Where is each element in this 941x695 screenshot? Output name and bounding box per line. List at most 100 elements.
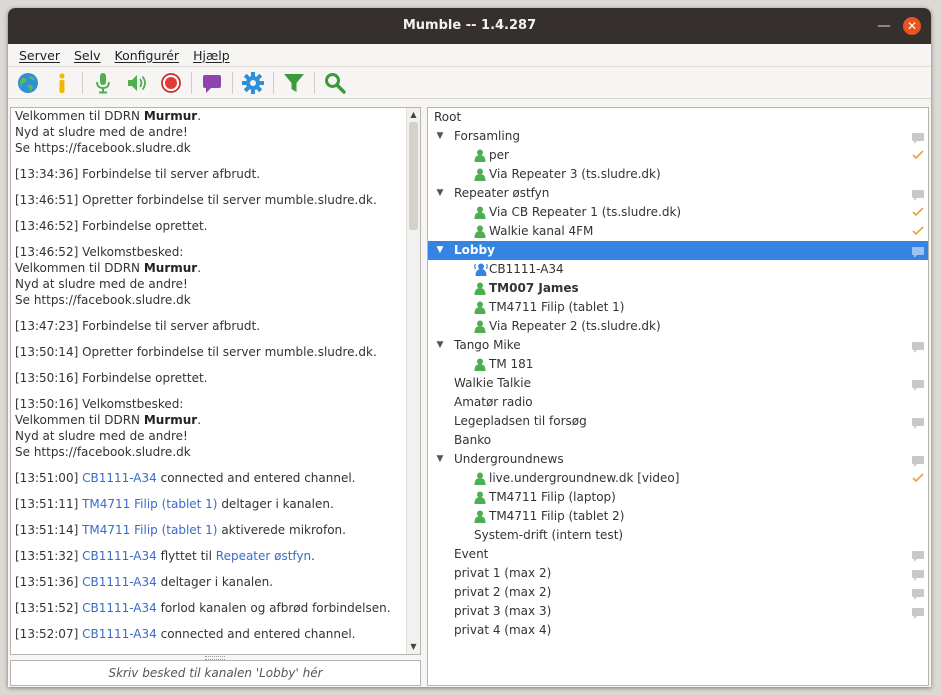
message-text: aktiverede mikrofon. [217,523,346,537]
channel-name: Amatør radio [454,395,533,409]
message-text: Se https://facebook.sludre.dk [15,445,191,459]
server-name: Murmur [143,413,198,427]
log-message: [13:46:52] Velkomstbesked: Velkommen til … [15,244,405,308]
comment-icon[interactable] [912,188,924,201]
channel-name: Legepladsen til forsøg [454,414,587,428]
message-timestamp: [13:46:52] [15,245,79,259]
tree-root-row[interactable]: Root [428,108,928,127]
tree-channel-row[interactable]: privat 1 (max 2) [428,564,928,583]
log-message: [13:50:16] Forbindelse oprettet. [15,370,405,386]
comment-icon[interactable] [912,340,924,353]
comment-icon[interactable] [912,568,924,581]
tree-user-row[interactable]: per [428,146,928,165]
menu-selv[interactable]: Selv [67,48,108,63]
menu-server[interactable]: Server [12,48,67,63]
menu-hjaelp[interactable]: Hjælp [186,48,237,63]
expand-arrow-icon[interactable]: ▼ [435,450,445,469]
user-name: Walkie kanal 4FM [489,224,594,238]
comment-icon[interactable] [912,549,924,562]
expand-arrow-icon[interactable]: ▼ [435,127,445,146]
message-timestamp: [13:50:14] [15,345,79,359]
filter-icon[interactable] [280,69,308,97]
tree-channel-row[interactable]: ▼ Undergroundnews [428,450,928,469]
minimize-button[interactable]: — [874,16,894,36]
tree-user-row[interactable]: Via Repeater 3 (ts.sludre.dk) [428,165,928,184]
user-link[interactable]: CB1111-A34 [78,471,157,485]
chat-message-input[interactable]: Skriv besked til kanalen 'Lobby' hér [10,660,421,686]
tree-channel-row[interactable]: Banko [428,431,928,450]
channel-name: Banko [454,433,492,447]
channel-link[interactable]: Repeater østfyn [216,549,311,563]
log-message: [13:50:14] Opretter forbindelse til serv… [15,344,405,360]
tree-channel-row[interactable]: Event [428,545,928,564]
comment-icon[interactable] [912,378,924,391]
comment-icon[interactable] [912,454,924,467]
tree-user-row[interactable]: TM007 James [428,279,928,298]
tree-channel-row[interactable]: ▼ Lobby [428,241,928,260]
scroll-up-icon[interactable]: ▲ [407,108,420,122]
tree-channel-row[interactable]: privat 3 (max 3) [428,602,928,621]
channel-name: Forsamling [454,129,520,143]
tree-channel-row[interactable]: privat 4 (max 4) [428,621,928,640]
comment-icon[interactable] [912,245,924,258]
log-message: [13:34:36] Forbindelse til server afbrud… [15,166,405,182]
microphone-icon[interactable] [89,69,117,97]
user-link[interactable]: CB1111-A34 [78,575,157,589]
record-icon[interactable] [157,69,185,97]
user-link[interactable]: CB1111-A34 [78,549,157,563]
title-bar: Mumble -- 1.4.287 — ✕ [8,8,931,44]
tree-user-row[interactable]: TM4711 Filip (tablet 2) [428,507,928,526]
checkmark-icon [912,205,924,219]
tree-user-row[interactable]: Walkie kanal 4FM [428,222,928,241]
comment-icon[interactable] [912,131,924,144]
tree-channel-row[interactable]: ▼ Repeater østfyn [428,184,928,203]
channel-name: privat 2 (max 2) [454,585,552,599]
tree-channel-row[interactable]: ▼ Tango Mike [428,336,928,355]
toolbar-separator [191,71,192,94]
close-button[interactable]: ✕ [903,17,921,35]
globe-icon[interactable] [14,69,42,97]
comment-icon[interactable] [912,606,924,619]
server-name: Murmur [143,109,198,123]
log-message: [13:52:07] CB1111-A34 connected and ente… [15,626,405,642]
user-link[interactable]: TM4711 Filip (tablet 1) [78,497,217,511]
scroll-down-icon[interactable]: ▼ [407,640,420,654]
tree-channel-row[interactable]: Walkie Talkie [428,374,928,393]
tree-user-row[interactable]: Via CB Repeater 1 (ts.sludre.dk) [428,203,928,222]
tree-user-row[interactable]: Via Repeater 2 (ts.sludre.dk) [428,317,928,336]
tree-channel-row[interactable]: privat 2 (max 2) [428,583,928,602]
message-text: Velkomstbesked: [78,397,184,411]
menu-konfigurer[interactable]: Konfigurér [108,48,187,63]
scroll-thumb[interactable] [409,122,418,230]
message-text: Se https://facebook.sludre.dk [15,293,191,307]
message-timestamp: [13:52:07] [15,627,79,641]
tree-channel-row[interactable]: Amatør radio [428,393,928,412]
message-text: Velkommen til DDRN [15,261,144,275]
user-link[interactable]: TM4711 Filip (tablet 1) [78,523,217,537]
speaker-icon[interactable] [123,69,151,97]
tree-channel-row[interactable]: System-drift (intern test) [428,526,928,545]
tree-channel-row[interactable]: Legepladsen til forsøg [428,412,928,431]
expand-arrow-icon[interactable]: ▼ [435,241,445,260]
user-link[interactable]: CB1111-A34 [78,627,157,641]
tree-user-row[interactable]: TM4711 Filip (laptop) [428,488,928,507]
tree-user-row[interactable]: TM4711 Filip (tablet 1) [428,298,928,317]
search-icon[interactable] [321,69,349,97]
message-timestamp: [13:51:14] [15,523,79,537]
expand-arrow-icon[interactable]: ▼ [435,184,445,203]
gear-icon[interactable] [239,69,267,97]
comment-icon[interactable] [912,587,924,600]
chat-bubble-icon[interactable] [198,69,226,97]
expand-arrow-icon[interactable]: ▼ [435,336,445,355]
tree-user-row[interactable]: CB1111-A34 [428,260,928,279]
info-icon[interactable] [48,69,76,97]
tree-user-row[interactable]: TM 181 [428,355,928,374]
chat-log-scrollbar[interactable]: ▲ ▼ [406,108,420,654]
message-text: Velkommen til DDRN [15,109,144,123]
server-name: Murmur [143,261,198,275]
tree-user-row[interactable]: live.undergroundnew.dk [video] [428,469,928,488]
log-message: [13:51:52] CB1111-A34 forlod kanalen og … [15,600,405,616]
tree-channel-row[interactable]: ▼ Forsamling [428,127,928,146]
comment-icon[interactable] [912,416,924,429]
user-link[interactable]: CB1111-A34 [78,601,157,615]
